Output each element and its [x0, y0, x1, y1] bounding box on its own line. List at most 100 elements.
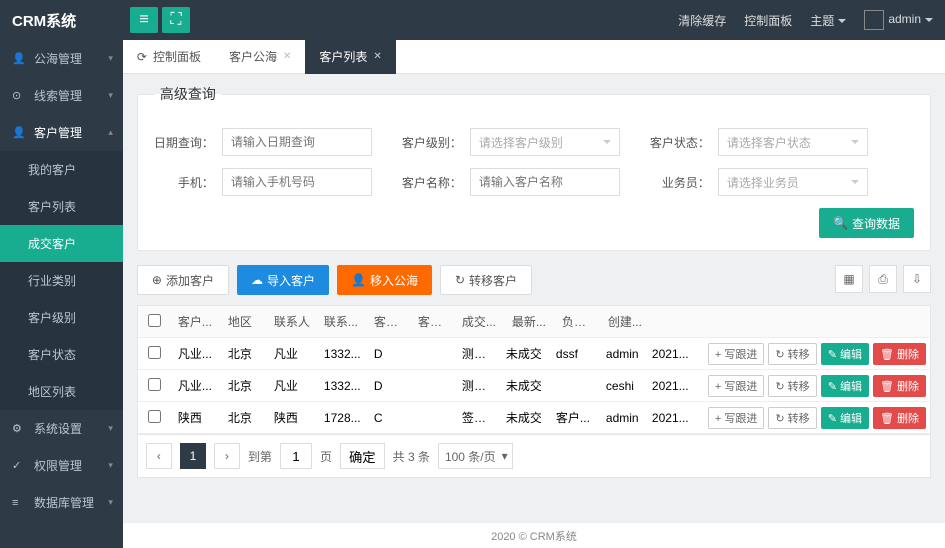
- goto-confirm-button[interactable]: 确定: [340, 443, 385, 469]
- sidebar-item[interactable]: 客户列表: [0, 188, 123, 225]
- page-1-button[interactable]: 1: [180, 443, 206, 469]
- fullscreen-button[interactable]: ⛶: [162, 7, 190, 33]
- delete-button[interactable]: 🗑 删除: [873, 343, 926, 365]
- close-icon[interactable]: ✕: [283, 51, 291, 62]
- theme-dropdown[interactable]: 主题: [810, 12, 846, 29]
- group-icon: ≡: [12, 497, 26, 509]
- chevron-down-icon: [838, 19, 846, 23]
- delete-button[interactable]: 🗑 删除: [873, 407, 926, 429]
- row-checkbox[interactable]: [148, 410, 161, 423]
- cell: 陕西: [268, 409, 318, 426]
- move-to-sea-button[interactable]: 👤移入公海: [337, 265, 432, 295]
- sidebar-item[interactable]: 我的客户: [0, 151, 123, 188]
- tab[interactable]: ⟳ 控制面板: [123, 40, 215, 74]
- tab-icon: ⟳: [137, 50, 147, 64]
- tab-bar: ⟳ 控制面板客户公海✕ 客户列表 ✕: [123, 40, 945, 74]
- import-customer-button[interactable]: ☁导入客户: [237, 265, 329, 295]
- sidebar-item[interactable]: 客户级别: [0, 299, 123, 336]
- sidebar-group[interactable]: ⚙系统设置▾: [0, 410, 123, 447]
- cell: 未成交: [500, 377, 550, 394]
- sidebar-group[interactable]: ≡数据库管理▾: [0, 484, 123, 521]
- sidebar-item[interactable]: 行业类别: [0, 262, 123, 299]
- sidebar-item[interactable]: 地区列表: [0, 373, 123, 410]
- cell: 凡业: [268, 345, 318, 362]
- page-unit: 页: [320, 448, 332, 465]
- chevron-down-icon: [925, 18, 933, 22]
- column-header[interactable]: 联系人: [268, 313, 318, 330]
- column-header[interactable]: 最新...: [506, 313, 556, 330]
- sidebar-item[interactable]: 成交客户: [0, 225, 123, 262]
- control-panel-link[interactable]: 控制面板: [744, 12, 792, 29]
- edit-button[interactable]: ✎ 编辑: [821, 407, 869, 429]
- cell: 凡业: [268, 377, 318, 394]
- sidebar: 👤公海管理▾⊙线索管理▾👤客户管理▴我的客户客户列表成交客户行业类别客户级别客户…: [0, 40, 123, 548]
- export-button[interactable]: ⇩: [903, 265, 931, 293]
- tab[interactable]: 客户公海✕: [215, 40, 305, 74]
- tab[interactable]: 客户列表 ✕: [305, 40, 395, 74]
- goto-page-input[interactable]: [280, 443, 312, 469]
- print-button[interactable]: ⎙: [869, 265, 897, 293]
- column-header[interactable]: 客户...: [368, 313, 412, 330]
- transfer-button[interactable]: ↻ 转移: [768, 375, 816, 397]
- row-checkbox[interactable]: [148, 378, 161, 391]
- sales-select[interactable]: 请选择业务员: [718, 168, 868, 196]
- group-icon: 👤: [12, 52, 26, 65]
- name-input[interactable]: [470, 168, 620, 196]
- cell: 北京: [222, 345, 268, 362]
- select-all-checkbox[interactable]: [148, 314, 161, 327]
- menu-toggle-button[interactable]: ≡: [130, 7, 158, 33]
- edit-button[interactable]: ✎ 编辑: [821, 343, 869, 365]
- column-header[interactable]: 客户...: [412, 313, 456, 330]
- status-select[interactable]: 请选择客户状态: [718, 128, 868, 156]
- cell: 凡业...: [172, 345, 222, 362]
- table-row: 凡业...北京凡业1332...D测试...未成交dssfadmin2021..…: [138, 338, 930, 370]
- add-customer-button[interactable]: ⊕添加客户: [137, 265, 229, 295]
- refresh-icon: ↻: [455, 273, 465, 287]
- follow-button[interactable]: + 写跟进: [708, 375, 764, 397]
- group-label: 数据库管理: [34, 494, 94, 511]
- close-icon[interactable]: ✕: [373, 51, 381, 62]
- cell: 2021...: [646, 411, 702, 425]
- sidebar-group[interactable]: ✓权限管理▾: [0, 447, 123, 484]
- sidebar-group[interactable]: 👤公海管理▾: [0, 40, 123, 77]
- level-label: 客户级别：: [402, 134, 462, 151]
- avatar-icon: [864, 10, 884, 30]
- user-menu[interactable]: admin: [864, 10, 933, 30]
- edit-button[interactable]: ✎ 编辑: [821, 375, 869, 397]
- transfer-customer-button[interactable]: ↻转移客户: [440, 265, 532, 295]
- level-select[interactable]: 请选择客户级别: [470, 128, 620, 156]
- cell: 凡业...: [172, 377, 222, 394]
- cloud-icon: ☁: [251, 273, 263, 287]
- clear-cache-link[interactable]: 清除缓存: [678, 12, 726, 29]
- cell: C: [368, 411, 412, 425]
- column-header[interactable]: 客户...: [172, 313, 222, 330]
- delete-button[interactable]: 🗑 删除: [873, 375, 926, 397]
- group-icon: ✓: [12, 459, 26, 472]
- query-button[interactable]: 🔍查询数据: [819, 208, 914, 238]
- date-label: 日期查询：: [154, 134, 214, 151]
- sidebar-group[interactable]: 👤客户管理▴: [0, 114, 123, 151]
- tab-label: 客户列表: [319, 48, 367, 65]
- phone-input[interactable]: [222, 168, 372, 196]
- table-row: 陕西北京陕西1728...C签单...未成交客户...admin2021...+…: [138, 402, 930, 434]
- column-header[interactable]: 负责人: [556, 313, 602, 330]
- date-input[interactable]: [222, 128, 372, 156]
- transfer-button[interactable]: ↻ 转移: [768, 343, 816, 365]
- columns-button[interactable]: ▦: [835, 265, 863, 293]
- plus-icon: ⊕: [152, 273, 162, 287]
- column-header[interactable]: 地区: [222, 313, 268, 330]
- follow-button[interactable]: + 写跟进: [708, 343, 764, 365]
- transfer-button[interactable]: ↻ 转移: [768, 407, 816, 429]
- sidebar-group[interactable]: ⊙线索管理▾: [0, 77, 123, 114]
- sidebar-item[interactable]: 客户状态: [0, 336, 123, 373]
- tab-label: 控制面板: [153, 48, 201, 65]
- column-header[interactable]: 创建...: [602, 313, 658, 330]
- row-checkbox[interactable]: [148, 346, 161, 359]
- column-header[interactable]: 联系...: [318, 313, 368, 330]
- per-page-select[interactable]: 100 条/页▾: [438, 443, 513, 469]
- next-page-button[interactable]: ›: [214, 443, 240, 469]
- prev-page-button[interactable]: ‹: [146, 443, 172, 469]
- column-header[interactable]: 成交...: [456, 313, 506, 330]
- group-label: 权限管理: [34, 457, 82, 474]
- follow-button[interactable]: + 写跟进: [708, 407, 764, 429]
